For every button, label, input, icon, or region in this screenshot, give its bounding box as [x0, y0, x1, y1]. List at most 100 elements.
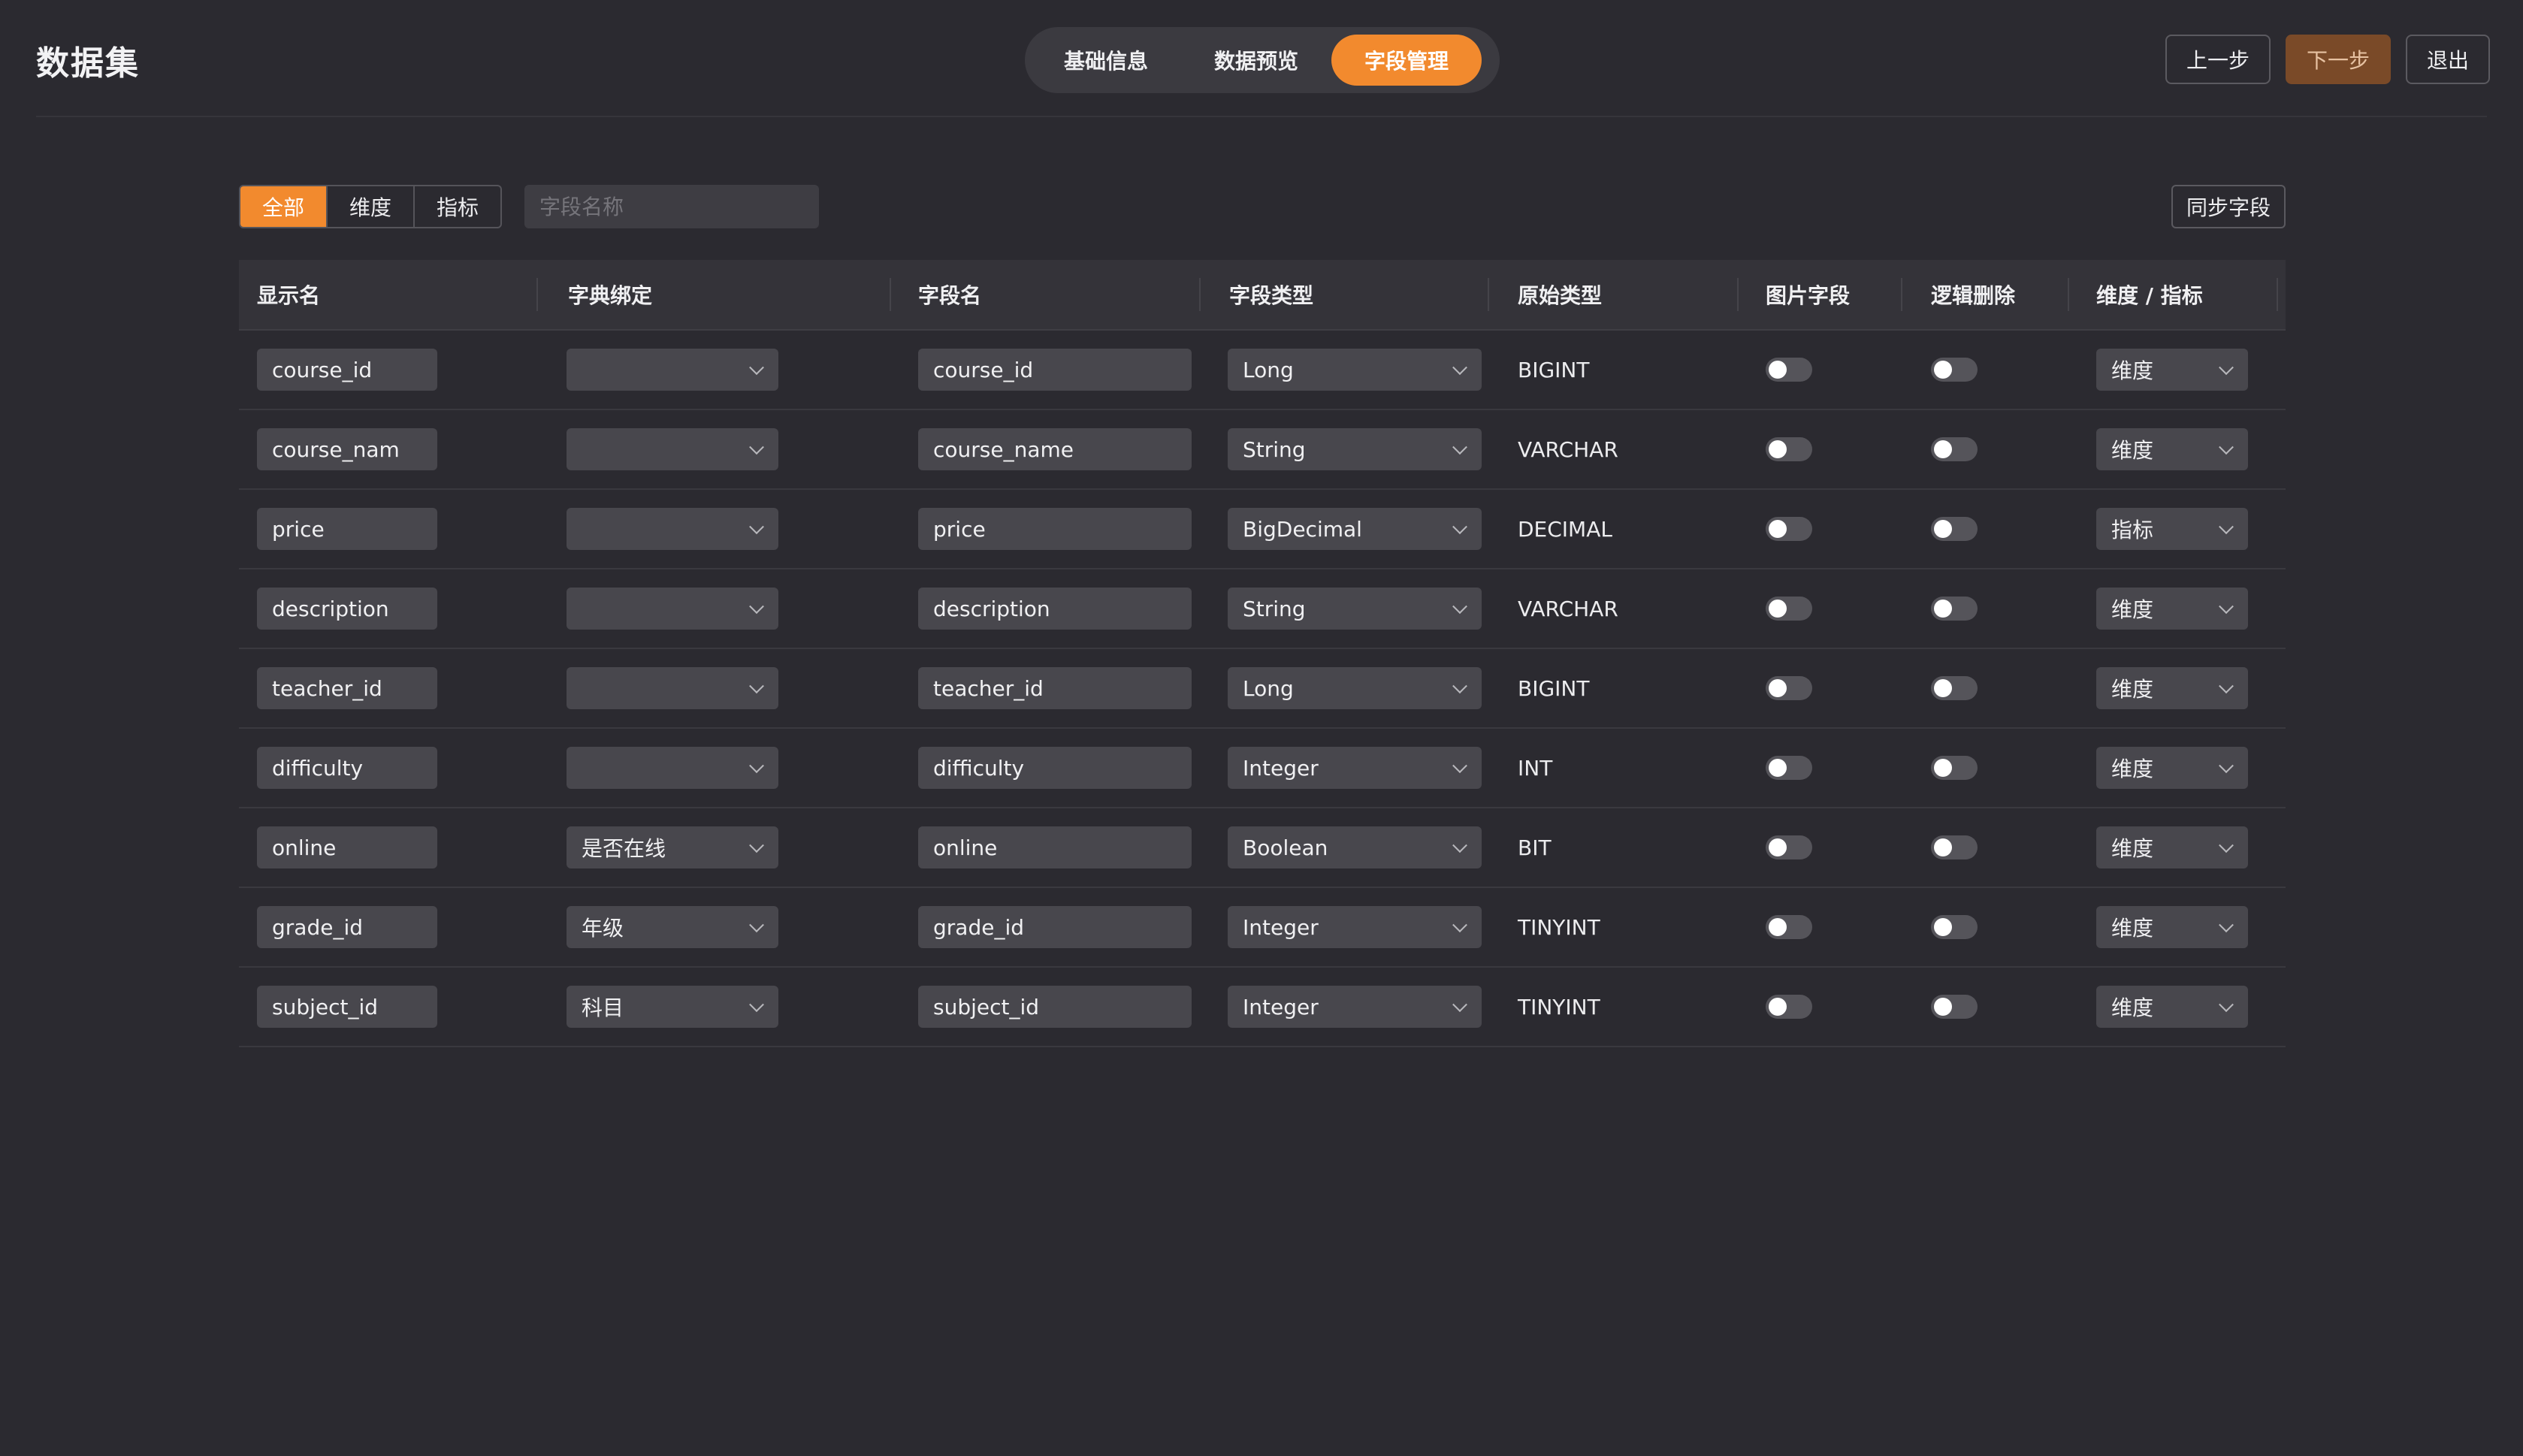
dict-binding-select[interactable]	[567, 667, 778, 709]
dict-binding-select[interactable]	[567, 428, 778, 470]
logic-delete-toggle[interactable]	[1931, 995, 1978, 1019]
logic-delete-toggle[interactable]	[1931, 835, 1978, 859]
field-filter-segmented: 全部 维度 指标	[239, 185, 502, 228]
display-name-input[interactable]: course_id	[257, 349, 437, 391]
field-type-select[interactable]: Integer	[1228, 747, 1482, 789]
display-name-input[interactable]: grade_id	[257, 906, 437, 948]
toggle-knob	[1769, 520, 1787, 538]
toggle-knob	[1769, 679, 1787, 697]
filter-all-button[interactable]: 全部	[240, 186, 328, 227]
field-type-select[interactable]: BigDecimal	[1228, 508, 1482, 550]
field-type-select[interactable]: String	[1228, 428, 1482, 470]
display-name-input[interactable]: teacher_id	[257, 667, 437, 709]
toggle-knob	[1934, 759, 1952, 777]
display-name-input[interactable]: online	[257, 826, 437, 868]
raw-type-value: BIT	[1518, 835, 1552, 860]
logic-delete-cell	[1931, 729, 1978, 807]
exit-button[interactable]: 退出	[2405, 35, 2490, 84]
dimension-metric-select[interactable]: 指标	[2096, 508, 2248, 550]
field-name-input[interactable]: subject_id	[918, 986, 1192, 1028]
display-name-cell: teacher_id	[257, 649, 437, 727]
dimension-metric-select[interactable]: 维度	[2096, 826, 2248, 868]
image-field-toggle[interactable]	[1766, 915, 1812, 939]
field-type-select[interactable]: String	[1228, 588, 1482, 630]
logic-delete-toggle[interactable]	[1931, 756, 1978, 780]
dict-binding-select[interactable]: 是否在线	[567, 826, 778, 868]
display-name-input[interactable]: subject_id	[257, 986, 437, 1028]
display-name-value: course_id	[272, 357, 373, 382]
image-field-toggle[interactable]	[1766, 676, 1812, 700]
dict-binding-select[interactable]	[567, 349, 778, 391]
logic-delete-toggle[interactable]	[1931, 597, 1978, 621]
dimension-metric-value: 维度	[2111, 677, 2154, 702]
field-type-select[interactable]: Long	[1228, 667, 1482, 709]
raw-type-value: INT	[1518, 755, 1553, 781]
image-field-toggle[interactable]	[1766, 517, 1812, 541]
dict-binding-select[interactable]	[567, 747, 778, 789]
column-header-raw-type: 原始类型	[1518, 283, 1603, 308]
dimension-metric-select[interactable]: 维度	[2096, 667, 2248, 709]
field-name-input[interactable]: online	[918, 826, 1192, 868]
field-type-select[interactable]: Integer	[1228, 986, 1482, 1028]
field-name-cell: online	[918, 808, 1192, 887]
dict-binding-select[interactable]	[567, 588, 778, 630]
display-name-input[interactable]: price	[257, 508, 437, 550]
tab-basic-info[interactable]: 基础信息	[1031, 35, 1181, 86]
display-name-input[interactable]: course_nam	[257, 428, 437, 470]
image-field-toggle[interactable]	[1766, 358, 1812, 382]
logic-delete-toggle[interactable]	[1931, 676, 1978, 700]
dict-binding-cell	[567, 649, 778, 727]
dimension-metric-select[interactable]: 维度	[2096, 906, 2248, 948]
image-field-toggle[interactable]	[1766, 995, 1812, 1019]
field-name-input[interactable]: course_id	[918, 349, 1192, 391]
prev-step-button[interactable]: 上一步	[2165, 35, 2271, 84]
field-name-input[interactable]: description	[918, 588, 1192, 630]
field-name-cell: difficulty	[918, 729, 1192, 807]
field-name-input[interactable]: grade_id	[918, 906, 1192, 948]
field-type-cell: String	[1228, 569, 1482, 648]
column-divider	[1488, 278, 1489, 311]
display-name-cell: course_nam	[257, 410, 437, 488]
field-type-select[interactable]: Boolean	[1228, 826, 1482, 868]
dimension-metric-cell: 维度	[2096, 649, 2248, 727]
dict-binding-select[interactable]: 年级	[567, 906, 778, 948]
field-name-input[interactable]: difficulty	[918, 747, 1192, 789]
dimension-metric-value: 维度	[2111, 757, 2154, 781]
next-step-button[interactable]: 下一步	[2285, 35, 2391, 84]
display-name-input[interactable]: difficulty	[257, 747, 437, 789]
dict-binding-select[interactable]: 科目	[567, 986, 778, 1028]
dict-binding-select[interactable]	[567, 508, 778, 550]
field-name-input[interactable]: price	[918, 508, 1192, 550]
chevron-down-icon	[749, 440, 764, 455]
display-name-cell: difficulty	[257, 729, 437, 807]
field-type-select[interactable]: Long	[1228, 349, 1482, 391]
sync-fields-button[interactable]: 同步字段	[2171, 185, 2286, 228]
logic-delete-toggle[interactable]	[1931, 358, 1978, 382]
dimension-metric-select[interactable]: 维度	[2096, 986, 2248, 1028]
field-name-cell: course_name	[918, 410, 1192, 488]
dimension-metric-select[interactable]: 维度	[2096, 428, 2248, 470]
tab-field-management[interactable]: 字段管理	[1331, 35, 1482, 86]
logic-delete-toggle[interactable]	[1931, 517, 1978, 541]
filter-dimension-button[interactable]: 维度	[328, 186, 415, 227]
field-name-input[interactable]: teacher_id	[918, 667, 1192, 709]
image-field-toggle[interactable]	[1766, 756, 1812, 780]
field-name-search-input[interactable]	[524, 185, 819, 228]
display-name-input[interactable]: description	[257, 588, 437, 630]
logic-delete-toggle[interactable]	[1931, 437, 1978, 461]
dimension-metric-select[interactable]: 维度	[2096, 349, 2248, 391]
column-header-image-field: 图片字段	[1766, 283, 1851, 308]
dimension-metric-select[interactable]: 维度	[2096, 747, 2248, 789]
dimension-metric-select[interactable]: 维度	[2096, 588, 2248, 630]
image-field-toggle[interactable]	[1766, 597, 1812, 621]
image-field-cell	[1766, 649, 1812, 727]
logic-delete-toggle[interactable]	[1931, 915, 1978, 939]
tab-data-preview[interactable]: 数据预览	[1181, 35, 1331, 86]
image-field-toggle[interactable]	[1766, 437, 1812, 461]
filter-metric-button[interactable]: 指标	[415, 186, 500, 227]
chevron-down-icon	[749, 838, 764, 853]
field-type-select[interactable]: Integer	[1228, 906, 1482, 948]
image-field-toggle[interactable]	[1766, 835, 1812, 859]
raw-type-cell: VARCHAR	[1518, 569, 1618, 648]
field-name-input[interactable]: course_name	[918, 428, 1192, 470]
